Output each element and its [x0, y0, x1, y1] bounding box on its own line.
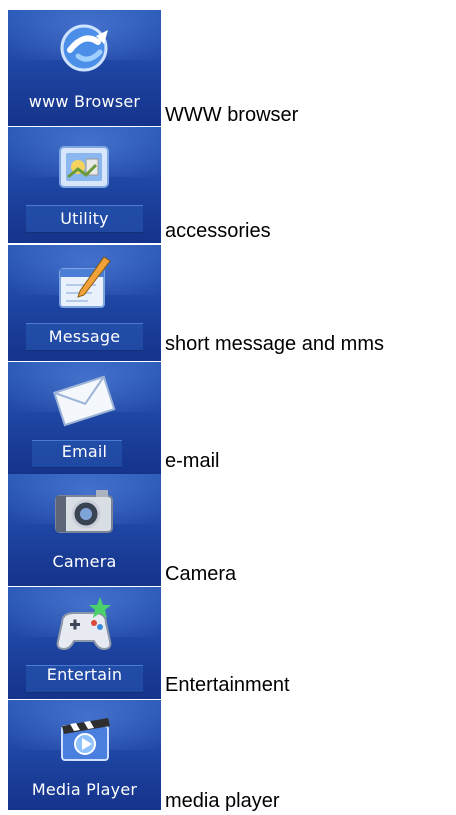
tile-label: www Browser [28, 92, 141, 111]
tile-label: Entertain [46, 665, 123, 684]
tile-label: Email [61, 442, 108, 461]
message-pencil-icon [59, 256, 111, 308]
tile-www-browser[interactable]: www Browser [8, 10, 161, 126]
tile-utility[interactable]: Utility [8, 127, 161, 243]
envelope-icon [53, 375, 116, 427]
gamepad-icon [56, 597, 112, 651]
tile-message[interactable]: Message [8, 245, 161, 361]
tile-media-player[interactable]: Media Player [8, 700, 161, 810]
menu-item-message[interactable]: Message short message and mms [8, 245, 448, 361]
browser-globe-icon [60, 24, 108, 72]
tile-label: Utility [60, 209, 109, 228]
utility-box-icon [59, 146, 109, 188]
tile-label: Camera [52, 552, 117, 571]
caption-label: Entertainment [165, 674, 290, 696]
menu-item-entertain[interactable]: Entertain Entertainment [8, 587, 448, 699]
caption-label: WWW browser [165, 104, 299, 126]
menu-item-email[interactable]: Email e-mail [8, 362, 448, 474]
tile-camera[interactable]: Camera [8, 474, 161, 586]
caption-label: accessories [165, 220, 271, 242]
caption-label: Camera [165, 563, 237, 585]
tile-email[interactable]: Email [8, 362, 161, 474]
camera-icon [55, 490, 113, 533]
tile-label: Media Player [31, 780, 138, 799]
caption-label: media player [165, 790, 280, 812]
film-clapper-icon [61, 718, 110, 761]
caption-label: short message and mms [165, 333, 384, 355]
menu-item-www-browser[interactable]: www Browser WWW browser [8, 10, 448, 126]
menu-item-utility[interactable]: Utility accessories [8, 127, 448, 243]
tile-label: Message [48, 327, 121, 346]
menu-item-media-player[interactable]: Media Player media player [8, 700, 448, 815]
menu-item-camera[interactable]: Camera Camera [8, 474, 448, 586]
caption-label: e-mail [165, 450, 220, 472]
tile-entertain[interactable]: Entertain [8, 587, 161, 699]
